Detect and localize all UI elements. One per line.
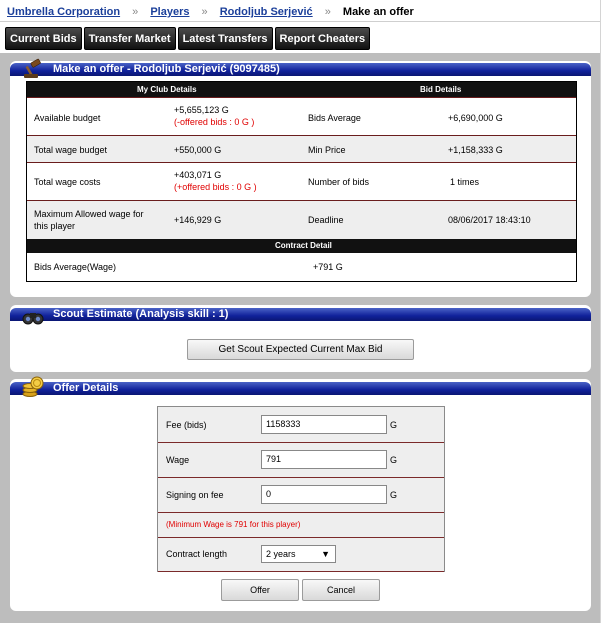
contract-length-select[interactable]: 2 years ▼ [261, 545, 336, 563]
scout-max-bid-button[interactable]: Get Scout Expected Current Max Bid [187, 339, 414, 360]
min-wage-row: (Minimum Wage is 791 for this player) [158, 513, 444, 538]
offer-details-title: Offer Details [53, 382, 119, 394]
transfer-tabs: Current Bids Transfer Market Latest Tran… [5, 27, 371, 50]
make-offer-header: Make an offer - Rodoljub Serjević (90974… [10, 63, 591, 76]
total-wage-budget-value: +550,000 G [174, 145, 222, 155]
signing-fee-row: Signing on fee 0 G [158, 478, 444, 513]
available-budget-value: +5,655,123 G [174, 105, 229, 115]
page-edge-divider [600, 0, 601, 623]
breadcrumb-player-link[interactable]: Rodoljub Serjević [220, 6, 313, 18]
min-price-label: Min Price [308, 145, 346, 155]
breadcrumb-club-link[interactable]: Umbrella Corporation [7, 6, 120, 18]
bids-average-wage-label: Bids Average(Wage) [34, 262, 117, 272]
fee-row: Fee (bids) 1158333 G [158, 407, 444, 443]
binoculars-icon [22, 313, 44, 325]
total-wage-budget-label: Total wage budget [34, 145, 108, 155]
number-of-bids-label: Number of bids [308, 177, 370, 187]
coins-icon [22, 376, 44, 397]
max-allowed-wage-label: Maximum Allowed wage for this player [34, 209, 144, 231]
my-club-details-heading: My Club Details [137, 85, 197, 94]
contract-detail-header: Contract Detail [27, 239, 576, 253]
total-wage-costs-label: Total wage costs [34, 177, 101, 187]
breadcrumb-current: Make an offer [342, 6, 414, 18]
details-table-header: My Club Details Bid Details [27, 82, 576, 97]
scout-estimate-title: Scout Estimate (Analysis skill : 1) [53, 308, 229, 320]
auction-gavel-icon [24, 58, 41, 78]
breadcrumb-players-link[interactable]: Players [150, 6, 189, 18]
table-row: Bids Average(Wage) +791 G [27, 253, 576, 281]
tab-transfer-market[interactable]: Transfer Market [83, 27, 176, 50]
fee-unit: G [390, 420, 398, 430]
wage-unit: G [390, 455, 398, 465]
tab-latest-transfers[interactable]: Latest Transfers [177, 27, 273, 50]
bid-details-heading: Bid Details [420, 85, 462, 94]
table-row: Available budget +5,655,123 G (-offered … [27, 97, 576, 135]
wage-input[interactable]: 791 [261, 450, 387, 469]
offer-button[interactable]: Offer [221, 579, 299, 601]
cancel-button[interactable]: Cancel [302, 579, 380, 601]
deadline-value: 08/06/2017 18:43:10 [448, 215, 531, 225]
breadcrumb-separator: » [324, 6, 331, 18]
bids-average-value: +6,690,000 G [448, 113, 503, 123]
table-row: Maximum Allowed wage for this player +14… [27, 200, 576, 239]
contract-length-label: Contract length [166, 549, 228, 559]
wage-row: Wage 791 G [158, 443, 444, 478]
fee-label: Fee (bids) [166, 420, 207, 430]
make-offer-title: Make an offer - Rodoljub Serjević (90974… [53, 63, 280, 75]
offer-details-header: Offer Details [10, 382, 591, 395]
contract-length-value: 2 years [266, 549, 296, 559]
offered-bids-note: (-offered bids : 0 G ) [174, 117, 255, 127]
max-allowed-wage-value: +146,929 G [174, 215, 222, 225]
offer-details-table: My Club Details Bid Details Available bu… [26, 81, 577, 282]
total-wage-costs-value: +403,071 G [174, 170, 222, 180]
signing-fee-input[interactable]: 0 [261, 485, 387, 504]
number-of-bids-value: 1 times [450, 177, 480, 187]
min-wage-note: (Minimum Wage is 791 for this player) [166, 520, 301, 529]
bids-average-label: Bids Average [308, 113, 361, 123]
wage-label: Wage [166, 455, 190, 465]
table-row: Total wage costs +403,071 G (+offered bi… [27, 162, 576, 200]
table-row: Total wage budget +550,000 G Min Price +… [27, 135, 576, 162]
scout-estimate-header: Scout Estimate (Analysis skill : 1) [10, 308, 591, 321]
breadcrumb: Umbrella Corporation » Players » Rodolju… [0, 0, 600, 22]
breadcrumb-separator: » [132, 6, 139, 18]
breadcrumb-separator: » [201, 6, 208, 18]
offer-form: Fee (bids) 1158333 G Wage 791 G Signing … [157, 406, 445, 572]
min-price-value: +1,158,333 G [448, 145, 503, 155]
signing-fee-unit: G [390, 490, 398, 500]
tab-report-cheaters[interactable]: Report Cheaters [274, 27, 371, 50]
tab-current-bids[interactable]: Current Bids [5, 27, 82, 50]
chevron-down-icon: ▼ [321, 549, 330, 559]
contract-length-row: Contract length 2 years ▼ [158, 538, 444, 572]
offered-wage-note: (+offered bids : 0 G ) [174, 182, 257, 192]
fee-input[interactable]: 1158333 [261, 415, 387, 434]
signing-fee-label: Signing on fee [166, 490, 224, 500]
deadline-label: Deadline [308, 215, 344, 225]
available-budget-label: Available budget [34, 113, 101, 123]
contract-detail-heading: Contract Detail [275, 241, 332, 250]
bids-average-wage-value: +791 G [313, 262, 343, 272]
